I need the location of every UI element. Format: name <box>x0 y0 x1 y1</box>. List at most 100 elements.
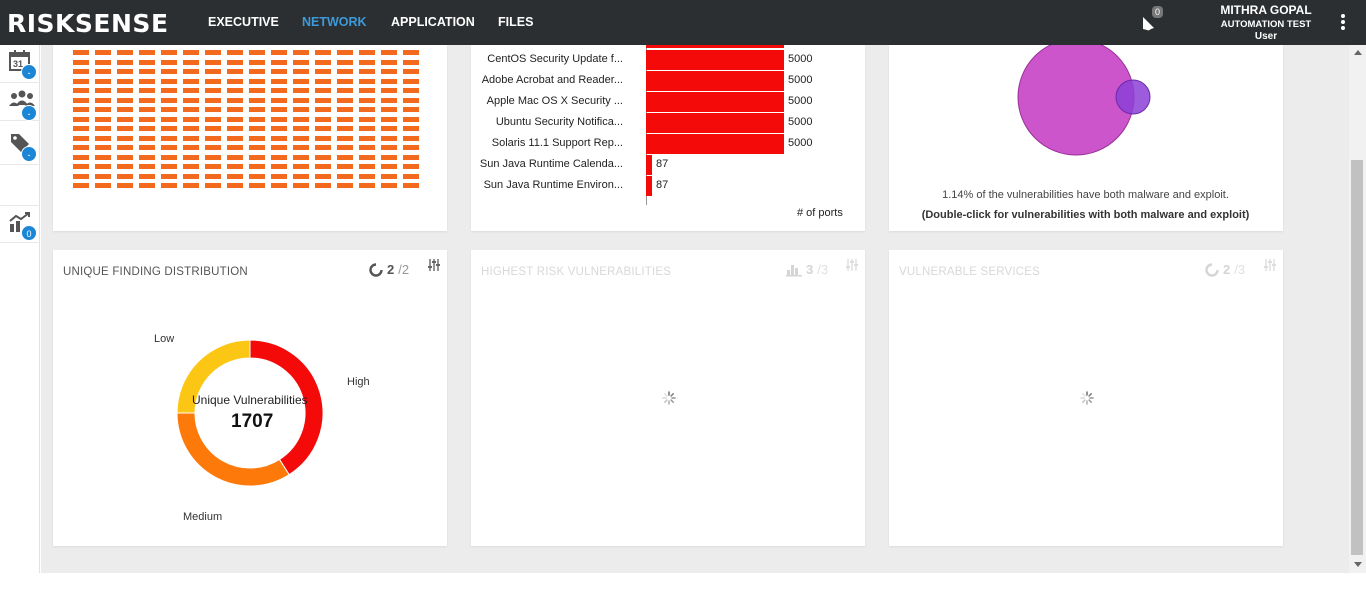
vertical-scrollbar[interactable] <box>1349 45 1366 573</box>
waffle-cell <box>117 135 133 141</box>
waffle-cell <box>73 126 89 131</box>
venn-hint[interactable]: (Double-click for vulnerabilities with b… <box>889 209 1282 221</box>
bar-row[interactable]: Sun Java Runtime Environ... 87 <box>471 176 851 196</box>
waffle-cell <box>161 50 177 55</box>
waffle-cell <box>161 59 177 65</box>
bar[interactable] <box>646 176 652 196</box>
card-pager[interactable]: 3/3 <box>786 262 828 277</box>
user-menu[interactable]: MITHRA GOPAL AUTOMATION TEST User <box>1215 3 1317 42</box>
waffle-cell <box>271 50 287 55</box>
highest-risk-card: HIGHEST RISK VULNERABILITIES 3/3 <box>471 250 865 546</box>
waffle-cell <box>183 154 199 160</box>
bar-row[interactable]: Ubuntu Security Notifica... 5000 <box>471 113 851 133</box>
bar[interactable] <box>646 71 784 91</box>
waffle-cell <box>315 50 331 55</box>
waffle-cell <box>359 50 375 55</box>
waffle-cell <box>271 145 287 150</box>
card-pager[interactable]: 2/3 <box>1205 262 1245 277</box>
scroll-down-arrow-icon[interactable] <box>1354 562 1362 567</box>
waffle-cell <box>139 69 155 74</box>
bar-row[interactable]: Apple Mac OS X Security ... 5000 <box>471 92 851 112</box>
waffle-cell <box>359 135 375 141</box>
waffle-cell <box>227 116 243 122</box>
waffle-cell <box>73 97 89 103</box>
waffle-cell <box>337 164 353 169</box>
waffle-cell <box>403 126 419 131</box>
waffle-cell <box>227 164 243 169</box>
waffle-cell <box>73 69 89 74</box>
sidebar-item-calendar[interactable]: 31 - <box>0 45 40 83</box>
bar-row[interactable]: Sun Java Runtime Calenda... 87 <box>471 155 851 175</box>
waffle-cell <box>227 173 243 179</box>
ports-bar-chart: # of ports CentOS Security Update f... 50… <box>471 45 865 231</box>
waffle-cell <box>95 97 111 103</box>
bar-row[interactable]: CentOS Security Update f... 5000 <box>471 50 851 70</box>
bar-row[interactable]: Adobe Acrobat and Reader... 5000 <box>471 71 851 91</box>
waffle-cell <box>293 78 309 84</box>
bar[interactable] <box>646 113 784 133</box>
waffle-cell <box>403 116 419 122</box>
org-name: AUTOMATION TEST <box>1220 19 1312 30</box>
scrollbar-thumb[interactable] <box>1351 160 1363 555</box>
waffle-cell <box>337 145 353 150</box>
scroll-up-arrow-icon[interactable] <box>1354 50 1362 55</box>
waffle-cell <box>337 173 353 179</box>
waffle-cell <box>205 78 221 84</box>
user-role: User <box>1254 31 1278 42</box>
bar[interactable] <box>646 134 784 154</box>
waffle-cell <box>161 154 177 160</box>
waffle-cell <box>73 50 89 55</box>
bar-value-label: 5000 <box>788 95 813 107</box>
waffle-cell <box>271 116 287 122</box>
waffle-cell <box>271 173 287 179</box>
waffle-cell <box>95 173 111 179</box>
waffle-cell <box>139 135 155 141</box>
waffle-cell <box>271 59 287 65</box>
nav-network[interactable]: NETWORK <box>302 15 367 29</box>
nav-executive[interactable]: EXECUTIVE <box>208 15 279 29</box>
bar-category-label: Adobe Acrobat and Reader... <box>481 74 623 86</box>
waffle-cell <box>73 164 89 169</box>
bar[interactable] <box>646 155 652 175</box>
malware-exploit-venn[interactable] <box>889 45 1283 175</box>
waffle-cell <box>381 164 397 169</box>
waffle-cell <box>337 135 353 141</box>
waffle-cell <box>337 126 353 131</box>
donut-label-high: High <box>347 376 370 388</box>
bar-row[interactable]: Solaris 11.1 Support Rep... 5000 <box>471 134 851 154</box>
settings-sliders-icon[interactable] <box>845 258 859 272</box>
donut-slice-high[interactable] <box>249 339 324 476</box>
bar[interactable] <box>646 92 784 112</box>
waffle-cell <box>117 183 133 188</box>
waffle-cell <box>183 135 199 141</box>
more-options-icon[interactable] <box>1339 14 1347 32</box>
sidebar-item-tags[interactable]: - <box>0 127 40 165</box>
nav-application[interactable]: APPLICATION <box>391 15 475 29</box>
bar[interactable] <box>646 45 784 48</box>
pager-current: 3 <box>806 262 814 277</box>
waffle-cell <box>161 173 177 179</box>
waffle-cell <box>205 88 221 93</box>
waffle-cell <box>139 59 155 65</box>
nav-files[interactable]: FILES <box>498 15 533 29</box>
waffle-cell <box>183 50 199 55</box>
sidebar-badge: 0 <box>21 225 37 241</box>
donut-label-medium: Medium <box>183 511 223 523</box>
risksense-logo[interactable]: RISKSENSE <box>7 8 169 38</box>
bar-category-label: Solaris 11.1 Support Rep... <box>491 137 623 149</box>
sidebar-item-trends[interactable]: 0 <box>0 205 40 243</box>
waffle-cell <box>161 126 177 131</box>
sidebar-item-users[interactable]: - <box>0 83 40 121</box>
bar-value-label: 5000 <box>788 53 813 65</box>
waffle-cell <box>117 59 133 65</box>
waffle-cell <box>337 78 353 84</box>
waffle-cell <box>315 88 331 93</box>
bar[interactable] <box>646 50 784 70</box>
settings-sliders-icon[interactable] <box>1263 258 1277 272</box>
waffle-cell <box>337 154 353 160</box>
waffle-cell <box>205 173 221 179</box>
vulnerable-services-card: VULNERABLE SERVICES 2/3 <box>889 250 1283 546</box>
waffle-cell <box>183 88 199 93</box>
venn-note: 1.14% of the vulnerabilities have both m… <box>942 189 1229 201</box>
waffle-cell <box>161 135 177 141</box>
